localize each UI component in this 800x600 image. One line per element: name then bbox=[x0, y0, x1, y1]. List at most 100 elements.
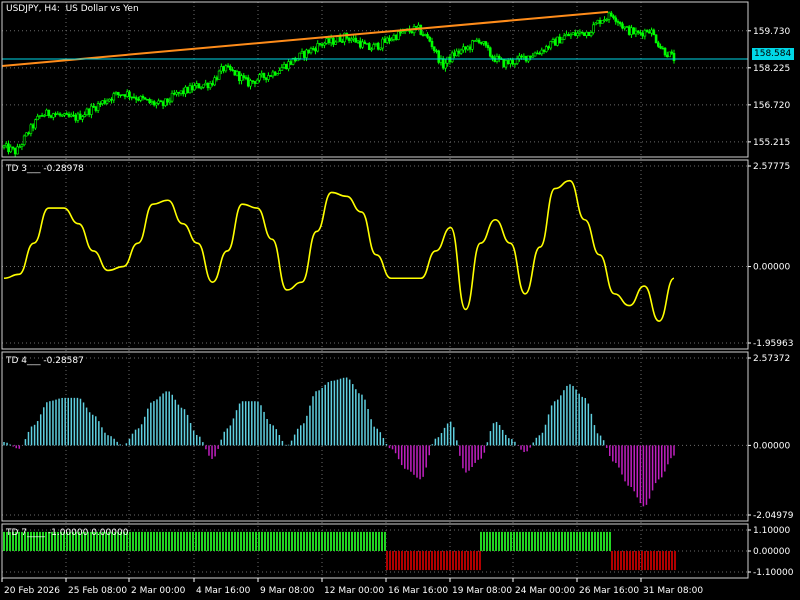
candle-body bbox=[531, 55, 535, 58]
candle-body bbox=[356, 40, 360, 43]
candle-body bbox=[350, 38, 353, 41]
candle-body bbox=[29, 124, 33, 134]
td7-y-tick-label: 1.10000 bbox=[753, 526, 790, 536]
candle-body bbox=[506, 60, 510, 64]
candle-body bbox=[332, 37, 335, 45]
candle-body bbox=[195, 83, 199, 87]
candle-body bbox=[558, 36, 562, 44]
candle-body bbox=[7, 143, 10, 153]
candle-body bbox=[401, 31, 405, 34]
td4-pane-title: TD 4___ -0.28587 bbox=[6, 356, 84, 366]
candle-body bbox=[159, 100, 163, 103]
candle-body bbox=[150, 101, 154, 104]
candle-body bbox=[609, 12, 613, 17]
candle-body bbox=[518, 55, 521, 59]
candle-body bbox=[605, 19, 609, 21]
candle-body bbox=[36, 116, 39, 121]
candle-body bbox=[278, 70, 281, 74]
current-price-tag: 158.584 bbox=[752, 48, 794, 60]
candle-body bbox=[242, 75, 246, 78]
candle-body bbox=[18, 146, 21, 148]
candle-body bbox=[334, 41, 337, 45]
candle-body bbox=[188, 85, 192, 94]
candle-body bbox=[251, 80, 255, 82]
candle-body bbox=[65, 113, 69, 115]
candle-body bbox=[108, 98, 111, 102]
candle-body bbox=[363, 41, 367, 45]
candle-body bbox=[157, 100, 160, 104]
candle-body bbox=[607, 12, 611, 20]
x-tick-label: 25 Feb 08:00 bbox=[68, 586, 127, 596]
candle-body bbox=[119, 94, 122, 97]
candle-body bbox=[175, 91, 178, 95]
price-pane bbox=[1, 10, 748, 157]
candle-body bbox=[49, 115, 53, 118]
candle-body bbox=[574, 32, 577, 36]
candle-body bbox=[560, 39, 564, 44]
td4-pane bbox=[3, 377, 675, 507]
candle-body bbox=[616, 21, 620, 23]
candle-body bbox=[13, 147, 17, 155]
candle-body bbox=[112, 93, 116, 101]
candle-body bbox=[468, 46, 472, 50]
candle-body bbox=[193, 85, 196, 91]
candle-body bbox=[220, 66, 223, 72]
candle-body bbox=[282, 63, 286, 68]
candle-body bbox=[87, 108, 91, 115]
candle-body bbox=[206, 82, 210, 89]
candle-body bbox=[155, 103, 158, 106]
candle-body bbox=[358, 40, 362, 48]
candle-body bbox=[190, 85, 194, 91]
candle-body bbox=[627, 26, 631, 35]
candle-body bbox=[432, 46, 436, 51]
candle-body bbox=[215, 77, 219, 80]
td3-y-tick-label: 0.00000 bbox=[753, 263, 790, 273]
candle-body bbox=[249, 80, 252, 87]
x-tick-label: 24 Mar 00:00 bbox=[515, 586, 575, 596]
candle-body bbox=[361, 41, 364, 48]
candle-body bbox=[34, 119, 37, 129]
candle-body bbox=[139, 95, 142, 101]
candle-body bbox=[262, 73, 266, 78]
candle-body bbox=[578, 31, 582, 34]
chart-canvas[interactable]: 159.730 158.225 156.720 155.215 2.57775 0.000… bbox=[0, 0, 800, 600]
candle-body bbox=[652, 29, 656, 36]
candle-body bbox=[116, 92, 120, 96]
candle-body bbox=[453, 52, 456, 57]
candle-body bbox=[435, 50, 438, 52]
candle-body bbox=[529, 55, 532, 58]
mt-chart-window[interactable]: 159.730 158.225 156.720 155.215 2.57775 0.000… bbox=[0, 0, 800, 600]
candle-body bbox=[665, 54, 669, 58]
candle-body bbox=[152, 101, 156, 106]
candle-body bbox=[547, 46, 550, 49]
candle-body bbox=[542, 49, 546, 52]
candle-body bbox=[22, 135, 26, 145]
candle-body bbox=[202, 84, 205, 88]
candle-body bbox=[513, 63, 517, 65]
candle-body bbox=[455, 50, 458, 57]
candle-body bbox=[385, 37, 389, 43]
candle-body bbox=[397, 31, 400, 40]
candle-body bbox=[663, 47, 667, 56]
candle-body bbox=[589, 32, 593, 37]
candle-body bbox=[287, 61, 290, 70]
candle-body bbox=[417, 24, 420, 28]
candle-body bbox=[4, 143, 8, 147]
candle-body bbox=[146, 98, 149, 101]
candle-body bbox=[352, 37, 355, 40]
candle-body bbox=[307, 49, 311, 54]
candle-body bbox=[659, 46, 662, 49]
candle-body bbox=[255, 79, 259, 84]
candle-body bbox=[565, 34, 568, 37]
candle-body bbox=[430, 40, 434, 48]
candle-body bbox=[260, 73, 263, 76]
candle-body bbox=[612, 15, 615, 19]
candle-body bbox=[428, 37, 432, 42]
candle-body bbox=[399, 31, 402, 34]
candle-body bbox=[372, 44, 376, 50]
candle-body bbox=[381, 38, 384, 49]
candle-body bbox=[298, 52, 302, 59]
candle-body bbox=[672, 53, 676, 62]
td4-y-tick-label: 2.57372 bbox=[753, 354, 790, 364]
candle-body bbox=[186, 86, 190, 94]
